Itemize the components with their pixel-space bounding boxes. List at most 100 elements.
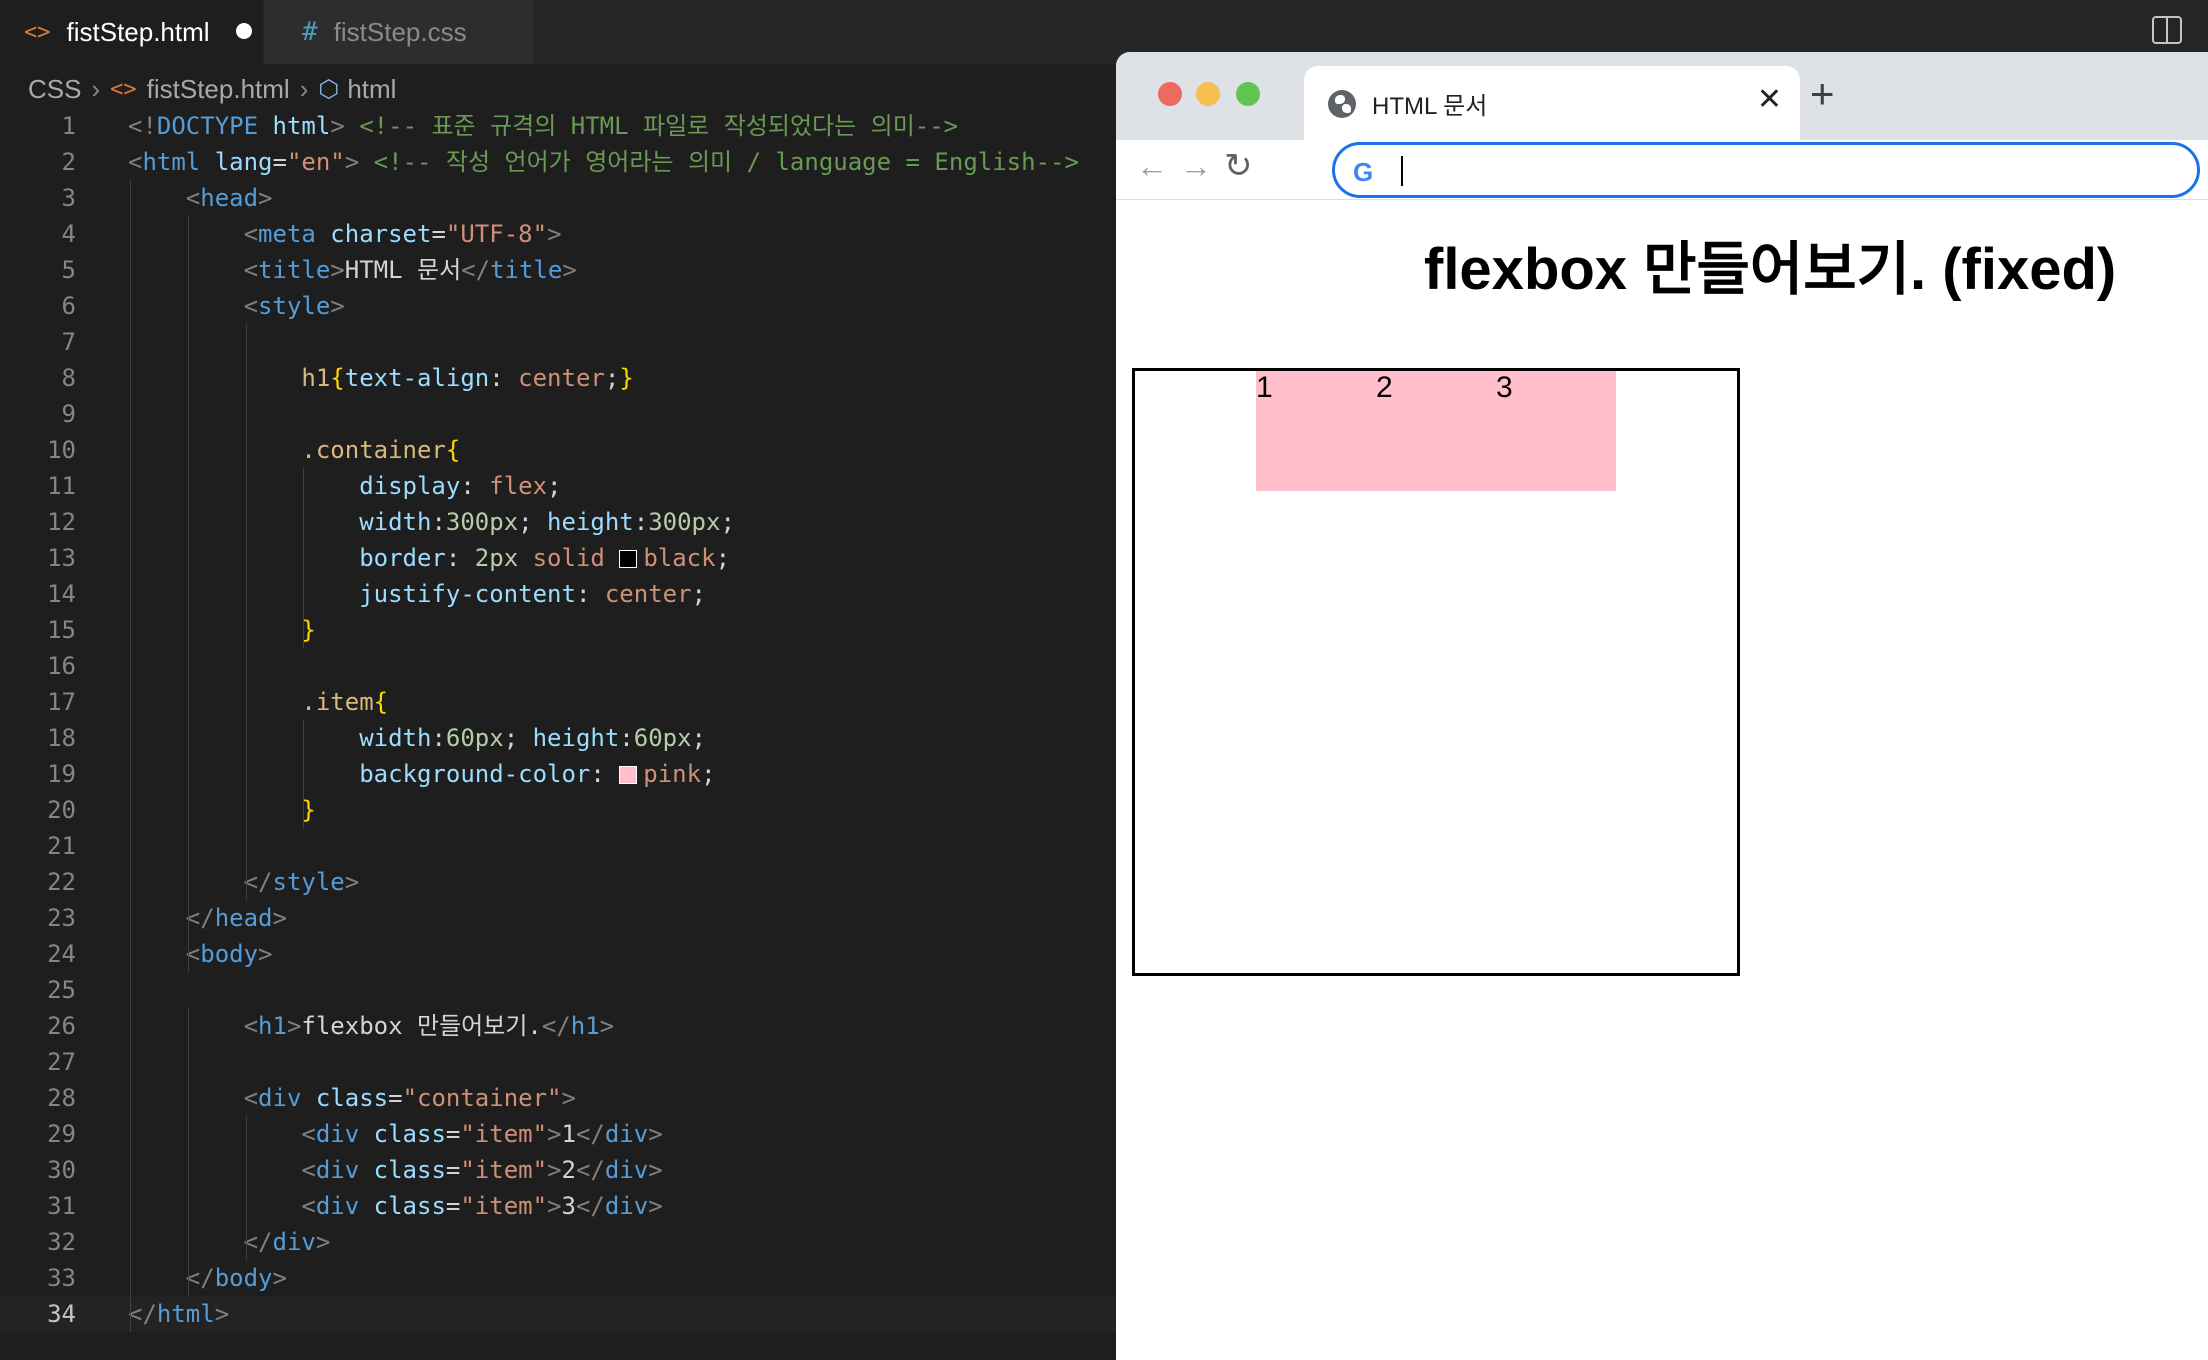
line-text[interactable]: width:60px; height:60px; (128, 720, 706, 756)
code-line[interactable]: 13 border: 2px solid black; (0, 540, 1116, 576)
line-text[interactable]: <head> (128, 180, 273, 216)
code-line[interactable]: 3 <head> (0, 180, 1116, 216)
code-line[interactable]: 26 <h1>flexbox 만들어보기.</h1> (0, 1008, 1116, 1044)
code-line[interactable]: 7 (0, 324, 1116, 360)
breadcrumb-item-folder[interactable]: CSS (28, 74, 81, 105)
code-line[interactable]: 33 </body> (0, 1260, 1116, 1296)
line-text[interactable]: <h1>flexbox 만들어보기.</h1> (128, 1008, 615, 1044)
code-line[interactable]: 31 <div class="item">3</div> (0, 1188, 1116, 1224)
line-text[interactable]: <style> (128, 288, 345, 324)
window-maximize-button[interactable] (1236, 82, 1260, 106)
code-line[interactable]: 34 </html> (0, 1296, 1116, 1332)
line-text[interactable]: <html lang="en"> <!-- 작성 언어가 영어라는 의미 / l… (128, 144, 1079, 180)
code-line[interactable]: 17 .item{ (0, 684, 1116, 720)
page-viewport: flexbox 만들어보기. (fixed) 1 2 3 (1116, 200, 2208, 1360)
line-text[interactable]: <title>HTML 문서</title> (128, 252, 577, 288)
line-number: 17 (47, 688, 76, 716)
line-text[interactable]: </head> (128, 900, 287, 936)
code-line[interactable]: 24 <body> (0, 936, 1116, 972)
tab-label: fistStep.css (333, 16, 467, 47)
breadcrumb-item-file[interactable]: fistStep.html (147, 74, 290, 105)
line-text[interactable]: </style> (128, 864, 360, 900)
reload-icon[interactable]: ↻ (1224, 146, 1253, 186)
browser-tab[interactable]: HTML 문서 ✕ (1304, 66, 1800, 140)
line-text[interactable]: <body> (128, 936, 273, 972)
code-line[interactable]: 20 } (0, 792, 1116, 828)
code-line[interactable]: 32 </div> (0, 1224, 1116, 1260)
line-number: 9 (61, 400, 76, 428)
code-line[interactable]: 2 <html lang="en"> <!-- 작성 언어가 영어라는 의미 / … (0, 144, 1116, 180)
line-text[interactable]: </html> (128, 1296, 229, 1332)
code-line[interactable]: 16 (0, 648, 1116, 684)
code-line[interactable]: 21 (0, 828, 1116, 864)
back-arrow-icon[interactable]: ← (1136, 148, 1168, 185)
line-number: 33 (47, 1264, 76, 1292)
unsaved-dot-icon[interactable] (236, 23, 252, 39)
forward-arrow-icon[interactable]: → (1180, 148, 1212, 185)
line-text[interactable]: background-color: pink; (128, 756, 715, 792)
code-line[interactable]: 11 display: flex; (0, 468, 1116, 504)
line-number: 27 (47, 1048, 76, 1076)
code-line[interactable]: 5 <title>HTML 문서</title> (0, 252, 1116, 288)
line-text[interactable]: <div class="item">2</div> (128, 1152, 662, 1188)
code-line[interactable]: 18 width:60px; height:60px; (0, 720, 1116, 756)
flex-container: 1 2 3 (1132, 368, 1740, 976)
line-text[interactable]: <div class="item">1</div> (128, 1116, 662, 1152)
tab-fiststep-css[interactable]: # fistStep.css (264, 0, 534, 64)
line-text[interactable]: h1{text-align: center;} (128, 360, 633, 396)
line-number: 20 (47, 796, 76, 824)
line-text[interactable]: width:300px; height:300px; (128, 504, 735, 540)
line-text[interactable]: <!DOCTYPE html> <!-- 표준 규격의 HTML 파일로 작성되… (128, 108, 958, 144)
code-line[interactable]: 29 <div class="item">1</div> (0, 1116, 1116, 1152)
flex-item: 1 (1256, 371, 1376, 491)
code-line[interactable]: 6 <style> (0, 288, 1116, 324)
code-line[interactable]: 14 justify-content: center; (0, 576, 1116, 612)
line-text[interactable]: display: flex; (128, 468, 561, 504)
code-line[interactable]: 23 </head> (0, 900, 1116, 936)
line-text[interactable]: </div> (128, 1224, 331, 1260)
line-number: 22 (47, 868, 76, 896)
code-line[interactable]: 8 h1{text-align: center;} (0, 360, 1116, 396)
code-line[interactable]: 15 } (0, 612, 1116, 648)
line-text[interactable]: } (128, 792, 315, 828)
line-text[interactable]: border: 2px solid black; (128, 540, 730, 576)
line-text[interactable]: <meta charset="UTF-8"> (128, 216, 562, 252)
line-text[interactable]: .container{ (128, 432, 460, 468)
code-line[interactable]: 9 (0, 396, 1116, 432)
code-line[interactable]: 27 (0, 1044, 1116, 1080)
window-close-button[interactable] (1158, 82, 1182, 106)
code-line[interactable]: 28 <div class="container"> (0, 1080, 1116, 1116)
code-line[interactable]: 22 </style> (0, 864, 1116, 900)
tab-fiststep-html[interactable]: <> fistStep.html (0, 0, 262, 64)
line-number: 10 (47, 436, 76, 464)
browser-window: HTML 문서 ✕ + ← → ↻ G flexbox 만들어보기. (fixe… (1116, 52, 2208, 1360)
indent-guide (187, 1008, 189, 1296)
html-file-icon: <> (24, 19, 51, 45)
code-line[interactable]: 4 <meta charset="UTF-8"> (0, 216, 1116, 252)
new-tab-plus-icon[interactable]: + (1810, 70, 1835, 118)
indent-guide (187, 216, 189, 972)
close-icon[interactable]: ✕ (1757, 82, 1782, 117)
line-text[interactable]: <div class="item">3</div> (128, 1188, 662, 1224)
code-line[interactable]: 1 <!DOCTYPE html> <!-- 표준 규격의 HTML 파일로 작성… (0, 108, 1116, 144)
window-minimize-button[interactable] (1196, 82, 1220, 106)
code-lines[interactable]: 1 <!DOCTYPE html> <!-- 표준 규격의 HTML 파일로 작성… (0, 108, 1116, 1332)
line-text[interactable]: <div class="container"> (128, 1080, 576, 1116)
line-number: 16 (47, 652, 76, 680)
line-text[interactable]: justify-content: center; (128, 576, 706, 612)
line-number: 6 (61, 292, 76, 320)
line-text[interactable]: } (128, 612, 315, 648)
line-text[interactable]: </body> (128, 1260, 287, 1296)
code-line[interactable]: 25 (0, 972, 1116, 1008)
line-text[interactable]: .item{ (128, 684, 388, 720)
line-number: 1 (61, 112, 76, 140)
code-line[interactable]: 30 <div class="item">2</div> (0, 1152, 1116, 1188)
code-line[interactable]: 19 background-color: pink; (0, 756, 1116, 792)
globe-icon (1328, 90, 1356, 118)
code-line[interactable]: 10 .container{ (0, 432, 1116, 468)
breadcrumb-item-symbol[interactable]: html (347, 74, 396, 105)
code-line[interactable]: 12 width:300px; height:300px; (0, 504, 1116, 540)
address-bar[interactable]: G (1332, 142, 2200, 198)
line-number: 11 (47, 472, 76, 500)
split-editor-icon[interactable] (2152, 16, 2182, 44)
